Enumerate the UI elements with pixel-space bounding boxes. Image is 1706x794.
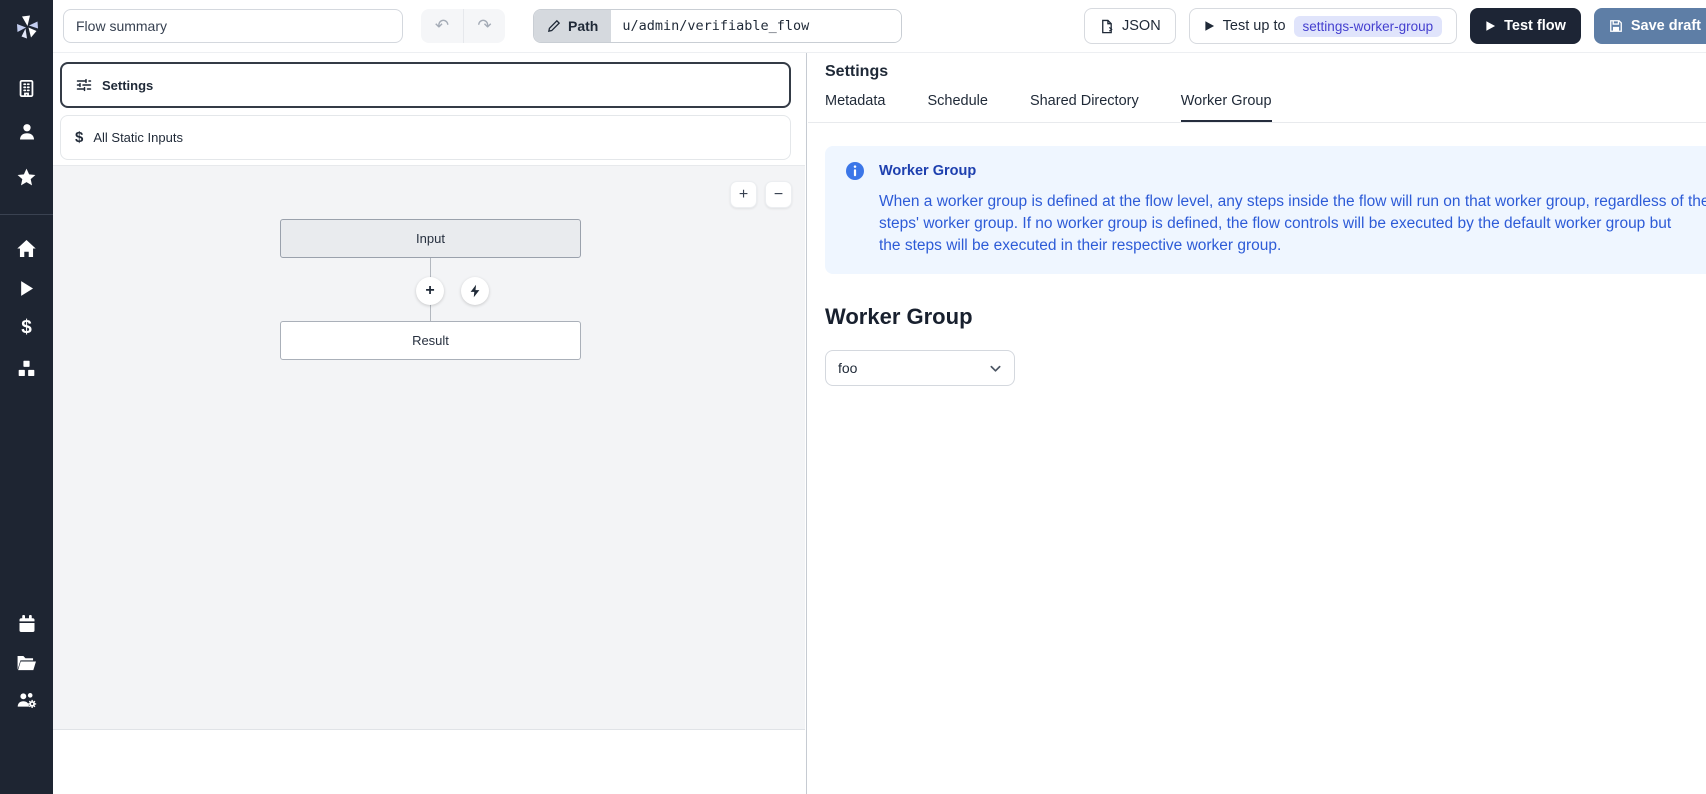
undo-button[interactable]: ↶ (421, 9, 463, 43)
save-draft-label: Save draft (1631, 18, 1701, 34)
folders-open-icon[interactable] (0, 651, 53, 673)
path-value-input[interactable] (611, 10, 901, 42)
json-label: JSON (1122, 18, 1161, 34)
result-node-label: Result (412, 333, 449, 348)
zoom-in-button[interactable]: + (730, 181, 757, 208)
play-icon (1204, 20, 1215, 32)
redo-button[interactable]: ↷ (463, 9, 505, 43)
zap-icon (468, 284, 482, 298)
path-edit-button[interactable]: Path (534, 10, 611, 42)
path-editor: Path (533, 9, 902, 43)
flow-settings-label: Settings (102, 78, 153, 93)
info-box-header: Worker Group (845, 161, 1706, 181)
tab-schedule[interactable]: Schedule (927, 93, 987, 122)
play-icon (1485, 20, 1496, 32)
tab-metadata[interactable]: Metadata (825, 93, 885, 122)
chevron-down-icon (989, 362, 1002, 375)
pencil-icon (547, 19, 561, 33)
info-line: the steps will be executed in their resp… (879, 235, 1706, 257)
path-label: Path (568, 18, 598, 34)
user-icon[interactable] (0, 121, 53, 143)
all-static-inputs-box[interactable]: $ All Static Inputs (60, 115, 791, 160)
top-toolbar: ↶ ↷ Path JSON (53, 0, 1706, 53)
file-json-icon (1099, 19, 1114, 34)
workspace-building-icon[interactable] (0, 78, 53, 98)
test-flow-label: Test flow (1504, 18, 1566, 34)
input-node[interactable]: Input (280, 219, 581, 258)
runs-play-icon[interactable] (0, 277, 53, 299)
zoom-out-button[interactable]: − (765, 181, 792, 208)
info-line: When a worker group is defined at the fl… (879, 191, 1706, 213)
workers-users-gear-icon[interactable] (0, 689, 53, 711)
result-node[interactable]: Result (280, 321, 581, 360)
save-draft-button[interactable]: Save draft (1594, 8, 1706, 44)
test-up-to-step-badge[interactable]: settings-worker-group (1294, 16, 1443, 37)
info-line: steps' worker group. If no worker group … (879, 213, 1706, 235)
flow-settings-box[interactable]: Settings (60, 62, 791, 108)
info-icon (845, 161, 865, 181)
app-sidebar: $ (0, 0, 53, 794)
variables-dollar-icon[interactable]: $ (0, 317, 53, 339)
add-step-button[interactable]: + (416, 277, 444, 305)
favorites-star-icon[interactable] (0, 166, 53, 188)
save-icon (1609, 19, 1623, 33)
worker-group-select[interactable]: foo (825, 350, 1015, 386)
info-box-body: When a worker group is defined at the fl… (879, 191, 1706, 257)
input-node-label: Input (416, 231, 445, 246)
home-icon[interactable] (0, 237, 53, 259)
test-flow-button[interactable]: Test flow (1470, 8, 1581, 44)
tab-worker-group[interactable]: Worker Group (1181, 93, 1272, 122)
trigger-zap-button[interactable] (461, 277, 489, 305)
all-static-inputs-label: All Static Inputs (93, 130, 183, 145)
windmill-logo-icon[interactable] (0, 10, 53, 44)
test-up-to-label: Test up to (1223, 18, 1286, 34)
dollar-icon: $ (75, 129, 83, 146)
flow-editor-panel: Settings $ All Static Inputs + − Input +… (53, 53, 807, 794)
resources-boxes-icon[interactable] (0, 357, 53, 379)
worker-group-info-box: Worker Group When a worker group is defi… (825, 146, 1706, 274)
flow-graph-canvas[interactable]: + − Input + Result (53, 165, 805, 730)
worker-group-select-value: foo (838, 360, 857, 376)
undo-redo-group: ↶ ↷ (421, 9, 505, 43)
sliders-icon (76, 77, 92, 93)
flow-summary-input[interactable] (63, 9, 403, 43)
info-box-title: Worker Group (879, 163, 976, 179)
sidebar-divider (0, 214, 53, 215)
schedules-calendar-icon[interactable] (0, 613, 53, 635)
tab-shared-directory[interactable]: Shared Directory (1030, 93, 1139, 122)
settings-panel-title: Settings (808, 53, 1706, 81)
json-button[interactable]: JSON (1084, 8, 1176, 44)
test-up-to-button[interactable]: Test up to settings-worker-group (1189, 8, 1457, 44)
settings-tabs: Metadata Schedule Shared Directory Worke… (808, 93, 1706, 123)
worker-group-section-title: Worker Group (825, 304, 1706, 330)
toolbar-actions: JSON Test up to settings-worker-group Te… (1084, 8, 1706, 44)
settings-panel: Settings Metadata Schedule Shared Direct… (808, 53, 1706, 794)
